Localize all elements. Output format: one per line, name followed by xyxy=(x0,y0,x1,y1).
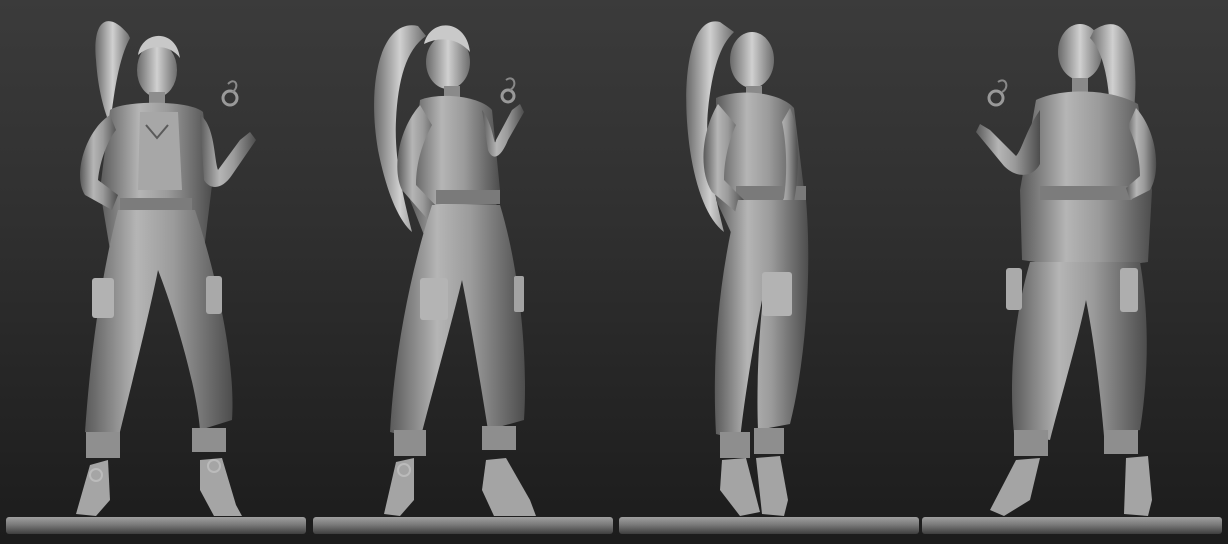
shoe-left xyxy=(720,458,760,516)
floating-orb xyxy=(987,89,1005,107)
belt xyxy=(120,198,192,212)
shoe-left xyxy=(76,460,110,516)
figure-back-view xyxy=(922,24,1222,534)
arm-right xyxy=(200,115,256,187)
floating-orb xyxy=(221,89,239,107)
shoe-right xyxy=(200,458,242,516)
pouch-right xyxy=(514,276,524,312)
arm-left xyxy=(976,110,1040,175)
turnaround-canvas xyxy=(6,21,1222,534)
display-base xyxy=(922,517,1222,534)
figure-back-three-quarter-view xyxy=(619,21,919,534)
display-base xyxy=(313,517,613,534)
display-base xyxy=(6,517,306,534)
pants xyxy=(85,210,233,440)
pants xyxy=(390,205,525,440)
shoe-right xyxy=(1124,456,1152,516)
pouch-left xyxy=(92,278,114,318)
shoe-right xyxy=(756,456,788,516)
display-base xyxy=(619,517,919,534)
figure-front-view xyxy=(6,21,306,534)
pouch-left xyxy=(420,278,448,320)
head xyxy=(730,32,774,88)
pouch-left xyxy=(1006,268,1022,310)
pouch-left xyxy=(762,272,792,316)
belt xyxy=(436,190,500,204)
shoe-left xyxy=(990,458,1040,516)
sculpt-viewport xyxy=(0,0,1228,544)
shoe-right xyxy=(482,458,536,516)
figure-side-view xyxy=(313,25,613,534)
pouch-right xyxy=(206,276,222,314)
pants xyxy=(714,200,809,440)
pouch-right xyxy=(1120,268,1138,312)
floating-orb xyxy=(500,88,516,104)
belt xyxy=(1040,186,1132,200)
